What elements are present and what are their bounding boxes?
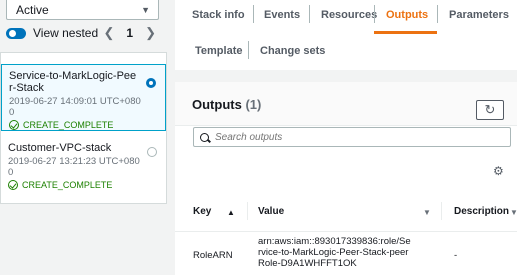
stack-item-service-to-marklogic[interactable]: Service-to-MarkLogic-Peer-Stack 2019-06-… [1, 64, 166, 131]
check-circle-icon [9, 120, 19, 130]
tab-parameters[interactable]: Parameters [449, 9, 509, 21]
stack-list: Service-to-MarkLogic-Peer-Stack 2019-06-… [0, 52, 167, 204]
chevron-right-icon[interactable]: ❯ [145, 25, 156, 41]
pagination: ❮ 1 ❯ [104, 25, 157, 41]
check-circle-icon [8, 180, 18, 190]
chevron-left-icon[interactable]: ❮ [104, 25, 115, 41]
tab-divider [248, 41, 249, 59]
stack-detail-panel: Stack info Events Resources Outputs Para… [175, 0, 517, 275]
status-filter-select[interactable]: Active ▼ [6, 0, 159, 20]
column-header-description[interactable]: Description [454, 206, 509, 217]
refresh-button[interactable]: ↻ [476, 100, 504, 120]
stack-list-panel: Active ▼ View nested ❮ 1 ❯ Service-to-Ma… [0, 0, 167, 275]
table-row: RoleARN arn:aws:iam::893017339836:role/S… [175, 232, 517, 275]
tab-resources[interactable]: Resources [321, 9, 377, 21]
stack-status: CREATE_COMPLETE [8, 180, 160, 190]
stack-item-customer-vpc[interactable]: Customer-VPC-stack 2019-06-27 13:21:23 U… [1, 137, 166, 197]
tab-stack-info[interactable]: Stack info [192, 9, 245, 21]
view-nested-label: View nested [33, 26, 99, 40]
output-key: RoleARN [193, 250, 233, 261]
search-icon [200, 132, 209, 142]
search-outputs-input[interactable] [215, 131, 495, 143]
stack-status: CREATE_COMPLETE [9, 120, 159, 130]
tab-divider [437, 5, 438, 23]
outputs-title: Outputs (1) [192, 97, 261, 112]
outputs-count: (1) [245, 97, 262, 112]
tab-change-sets[interactable]: Change sets [260, 45, 325, 57]
outputs-title-text: Outputs [192, 97, 242, 112]
refresh-icon: ↻ [484, 102, 496, 117]
tab-divider [374, 5, 375, 23]
view-nested-toggle[interactable] [6, 27, 26, 39]
output-description: - [454, 250, 458, 261]
stack-date: 2019-06-27 14:09:01 UTC+0800 [9, 96, 141, 118]
detail-tabs: Stack info Events Resources Outputs Para… [175, 0, 517, 70]
tab-events[interactable]: Events [264, 9, 300, 21]
stack-status-text: CREATE_COMPLETE [23, 120, 114, 130]
view-nested-row: View nested ❮ 1 ❯ [6, 24, 164, 42]
status-filter-value: Active [16, 2, 49, 17]
outputs-header: Outputs (1) ↻ [175, 82, 517, 126]
gear-icon[interactable]: ⚙ [493, 164, 504, 178]
tab-divider [309, 5, 310, 23]
stack-select-radio[interactable] [147, 147, 157, 157]
tab-outputs[interactable]: Outputs [386, 9, 428, 21]
column-divider [441, 202, 442, 220]
column-divider [247, 202, 248, 220]
current-page[interactable]: 1 [126, 26, 133, 40]
stack-date: 2019-06-27 13:21:23 UTC+0800 [8, 156, 140, 178]
outputs-container: Outputs (1) ↻ ⚙ Key ▲ Value ▼ Descriptio… [175, 82, 517, 275]
column-header-key[interactable]: Key [193, 206, 211, 217]
sort-ascending-icon[interactable]: ▲ [227, 208, 235, 217]
stack-name: Service-to-MarkLogic-Peer-Stack [9, 70, 137, 94]
stack-status-text: CREATE_COMPLETE [22, 180, 113, 190]
tab-template[interactable]: Template [195, 45, 242, 57]
sort-down-icon[interactable]: ▼ [423, 208, 431, 217]
sort-down-icon[interactable]: ▼ [510, 208, 517, 217]
caret-down-icon: ▼ [141, 4, 150, 15]
output-value: arn:aws:iam::893017339836:role/Service-t… [258, 236, 411, 269]
active-tab-indicator [374, 31, 437, 34]
tab-divider [253, 5, 254, 23]
column-header-value[interactable]: Value [258, 206, 284, 217]
search-outputs-field[interactable] [193, 127, 511, 147]
outputs-table-header: Key ▲ Value ▼ Description ▼ [175, 190, 517, 232]
stack-name: Customer-VPC-stack [8, 142, 112, 154]
stack-select-radio[interactable] [146, 78, 156, 88]
